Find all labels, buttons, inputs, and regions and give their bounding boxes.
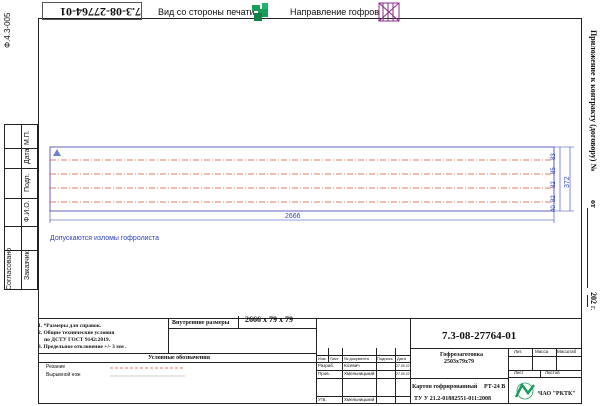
row-role-2: Пров. — [318, 371, 330, 376]
company-name: ЧАО "РКТК" — [538, 391, 576, 397]
row-date-2: 27.09.22 — [396, 372, 410, 376]
dim-3: 82 — [551, 181, 557, 188]
row-role-1: Разраб. — [318, 363, 335, 368]
inner-size-label: Внутренние размеры — [172, 320, 230, 326]
contract-year: 202 — [589, 292, 598, 304]
stage-lit: Лит. — [514, 349, 523, 354]
blank-size: 2503х79х79 — [444, 359, 474, 365]
flute-direction-icon — [378, 2, 400, 22]
contract-year-suffix: г. — [589, 306, 598, 311]
legend-crease-label: Вырывной нож — [46, 372, 81, 378]
blank-drawing — [49, 146, 574, 223]
hdr-doc: № документа — [344, 356, 369, 361]
note-1: 1. *Размеры для справок. — [38, 323, 102, 329]
flute-direction-label: Направление гофров — [290, 7, 380, 17]
row-name-2: Хмельницький — [344, 371, 375, 376]
dim-4: 82 — [551, 195, 557, 202]
orientation-marker-icon — [53, 149, 61, 156]
blank-outline — [49, 146, 555, 212]
col-mp: М.П. — [24, 130, 31, 145]
note-4: 3. Предельное отклонение +/- 3 мм . — [38, 344, 127, 350]
legend-lines — [110, 367, 185, 377]
row-date-1: 27.09.22 — [396, 364, 410, 368]
stage-scale: Масштаб — [557, 349, 577, 354]
dim-1: 83 — [551, 153, 557, 160]
print-side-label: Вид со стороны печати — [158, 7, 255, 17]
row-role-3: Утв. — [318, 397, 327, 402]
bottom-divider — [38, 318, 582, 319]
legend-title: Условные обозначения — [148, 355, 210, 361]
company-logo-icon — [514, 382, 535, 400]
row-name-1: Кісевич — [344, 363, 360, 368]
sheet-label: Лист — [514, 370, 524, 375]
customer-label: Заказчик — [24, 251, 31, 280]
dim-2: 85 — [551, 167, 557, 174]
form-code: Ф.4.3-005 — [3, 12, 12, 48]
height-label: 372 — [564, 176, 571, 188]
product-name: Картон гофрированный — [412, 384, 478, 390]
contract-from: от — [589, 200, 598, 208]
upside-down-code-box — [42, 2, 142, 20]
legend-cut-label: Резание — [46, 364, 66, 370]
stage-mass: Масса — [535, 349, 549, 354]
note-3: по ДСТУ ГОСТ 9142:2019. — [44, 337, 111, 343]
hdr-date: Дата — [397, 356, 406, 361]
hdr-izm: Изм. — [318, 356, 327, 361]
col-sign: Подп. — [24, 173, 31, 192]
contract-underline-2 — [587, 295, 588, 307]
dim-5: 40 — [551, 205, 557, 212]
inner-size-value: 2666 х 79 х 79 — [245, 315, 293, 324]
sheets-label: Листов — [545, 370, 560, 375]
product-spec: ТУ У 21.2-01882551-011:2008 — [414, 396, 491, 402]
contract-appendix: Приложение к контракту (договору) № — [589, 30, 598, 172]
col-date: Дата — [24, 148, 31, 164]
contract-underline-1 — [587, 208, 588, 288]
product-grade: РТ-24 В — [484, 384, 506, 390]
approved-label: Согласовано — [6, 247, 13, 290]
col-fio: Ф.И.О. — [24, 200, 31, 222]
print-side-icon — [252, 3, 268, 21]
hdr-sign: Подпись — [377, 356, 393, 361]
note-2: 2. Общие технические условия — [38, 330, 115, 336]
fold-note: Допускаются изломы гофролиста — [50, 235, 160, 242]
row-name-3: Хмельницький — [344, 397, 375, 402]
width-label: 2666 — [285, 213, 301, 220]
doc-number: 7.3-08-27764-01 — [442, 330, 517, 342]
blank-title: Гофрозаготовка — [440, 352, 484, 358]
hdr-list: Лист — [330, 356, 339, 361]
